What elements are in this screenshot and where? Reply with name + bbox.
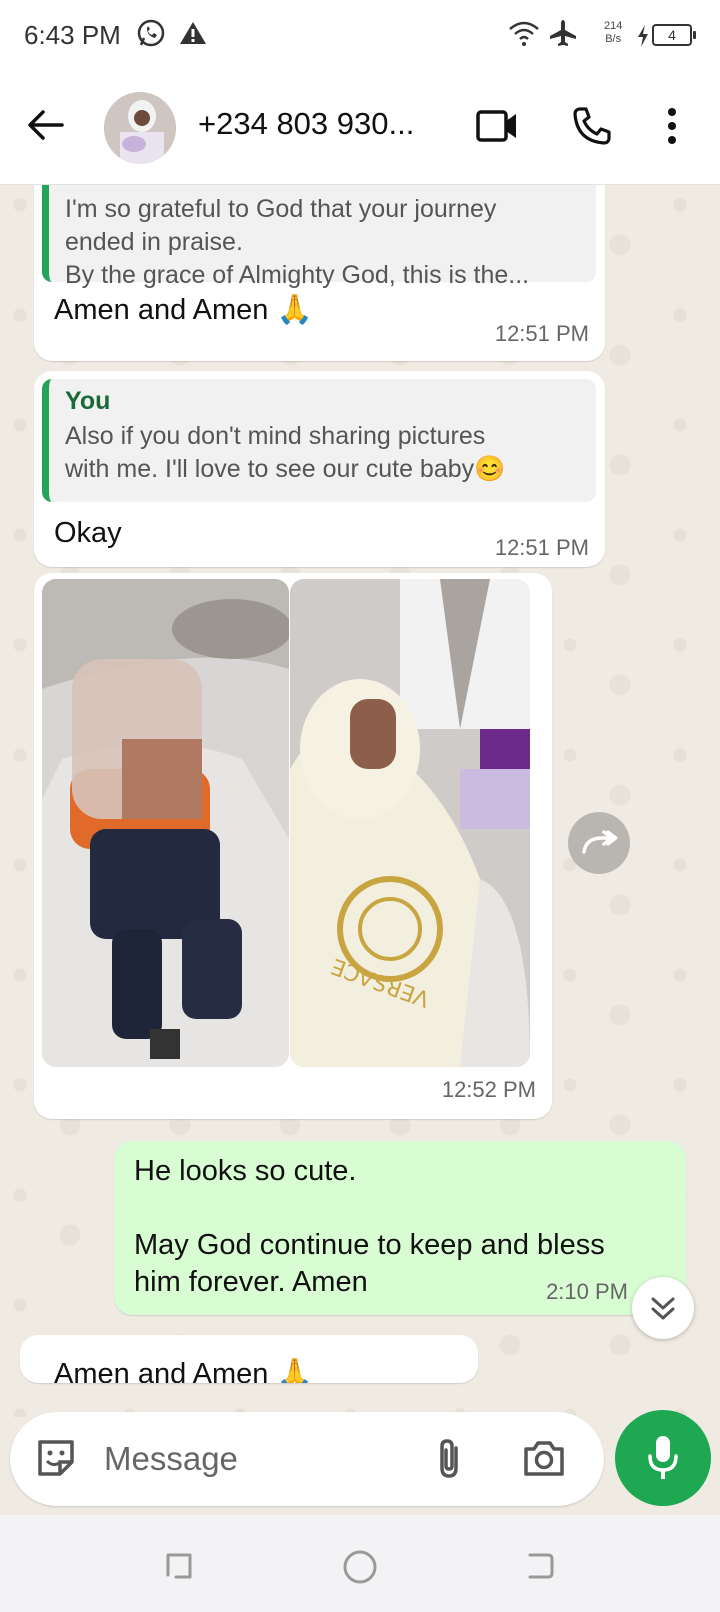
- message-time: 12:51 PM: [494, 321, 589, 346]
- mic-button[interactable]: [615, 1410, 711, 1506]
- chat-area[interactable]: I'm so grateful to God that your journey…: [0, 185, 720, 1417]
- forward-button[interactable]: [568, 812, 630, 874]
- charging-icon: [636, 24, 650, 53]
- warning-icon: [178, 18, 208, 53]
- quote-text-line: with me. I'll love to see our cute baby😊: [65, 455, 506, 483]
- airplane-icon: [548, 18, 578, 53]
- mic-icon: [645, 1434, 681, 1487]
- status-bar: 6:43 PM 214 B/s 4: [0, 0, 720, 72]
- quoted-message[interactable]: You Also if you don't mind sharing pictu…: [42, 379, 596, 502]
- message-text-line: [134, 1190, 605, 1227]
- message-text-line: him forever. Amen: [134, 1266, 368, 1298]
- scroll-to-bottom-button[interactable]: [632, 1277, 694, 1339]
- quoted-message[interactable]: I'm so grateful to God that your journey…: [42, 185, 596, 289]
- net-speed-value: 214: [604, 20, 623, 32]
- attach-icon[interactable]: [432, 1436, 466, 1487]
- message-time: 2:10 PM: [546, 1279, 628, 1304]
- quote-text-line: ended in praise.: [65, 228, 243, 256]
- net-speed-unit: B/s: [605, 33, 622, 45]
- quote-text-line: Also if you don't mind sharing pictures: [65, 422, 486, 450]
- contact-name[interactable]: +234 803 930...: [198, 106, 414, 142]
- back-arrow-icon[interactable]: [26, 108, 64, 147]
- quote-author: You: [65, 387, 111, 415]
- baby-photo-1[interactable]: [42, 579, 289, 1067]
- whatsapp-icon: [136, 18, 166, 53]
- camera-icon[interactable]: [522, 1436, 566, 1485]
- chat-header: +234 803 930...: [0, 72, 720, 185]
- avatar[interactable]: [104, 92, 176, 164]
- photo-message-bubble[interactable]: VERSACE 12:52 PM: [34, 573, 552, 1119]
- baby-photo-2[interactable]: VERSACE: [290, 579, 530, 1067]
- system-nav-bar: [0, 1515, 720, 1612]
- home-icon[interactable]: [342, 1549, 378, 1590]
- quote-text-line: I'm so grateful to God that your journey: [65, 195, 497, 223]
- recents-icon[interactable]: [162, 1549, 196, 1588]
- quote-text-line: By the grace of Almighty God, this is th…: [65, 261, 530, 289]
- message-bubble-incoming[interactable]: Amen and Amen 🙏: [20, 1335, 478, 1383]
- message-text-line: May God continue to keep and bless: [134, 1229, 605, 1261]
- sticker-icon[interactable]: [34, 1436, 78, 1485]
- battery-icon: 4: [652, 24, 696, 46]
- message-text: Amen and Amen 🙏: [54, 294, 313, 326]
- status-time: 6:43 PM: [24, 20, 121, 50]
- message-bubble-incoming[interactable]: I'm so grateful to God that your journey…: [34, 185, 605, 361]
- message-text-line: He looks so cute.: [134, 1155, 357, 1187]
- message-bubble-outgoing[interactable]: He looks so cute. May God continue to ke…: [114, 1141, 686, 1315]
- wifi-icon: [508, 18, 540, 53]
- message-text: Amen and Amen 🙏: [54, 1358, 313, 1383]
- phone-icon[interactable]: [572, 106, 612, 151]
- message-time: 12:52 PM: [441, 1077, 536, 1102]
- back-nav-icon[interactable]: [522, 1549, 556, 1588]
- message-text: Okay: [54, 517, 122, 549]
- video-call-icon[interactable]: [476, 106, 518, 151]
- message-input[interactable]: [102, 1436, 406, 1482]
- message-time: 12:51 PM: [494, 535, 589, 560]
- net-speed: 214 B/s: [604, 20, 622, 46]
- message-bubble-incoming[interactable]: You Also if you don't mind sharing pictu…: [34, 371, 605, 567]
- message-composer: [10, 1412, 604, 1506]
- more-vert-icon[interactable]: [666, 106, 678, 151]
